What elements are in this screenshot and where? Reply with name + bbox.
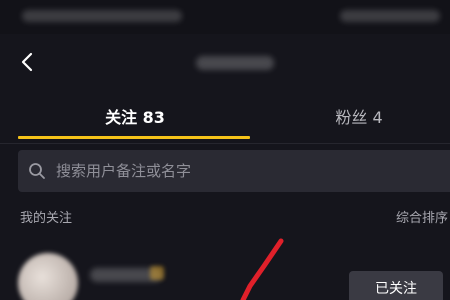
search-box[interactable]	[18, 150, 450, 192]
back-icon[interactable]	[16, 50, 40, 74]
sort-dropdown[interactable]: 综合排序	[396, 207, 448, 226]
section-title: 我的关注	[20, 211, 73, 226]
followed-button[interactable]: 已关注	[349, 271, 443, 300]
status-bar-left-blurred	[22, 10, 182, 22]
user-badge-icon	[150, 266, 164, 280]
status-bar-right-blurred	[340, 10, 440, 22]
search-input[interactable]	[56, 150, 436, 192]
avatar[interactable]	[18, 253, 78, 300]
tab-fans[interactable]: 粉丝 4	[314, 104, 404, 128]
page-title-blurred	[196, 56, 274, 70]
tabs-divider	[0, 143, 450, 144]
active-tab-indicator	[18, 136, 250, 139]
tab-bar: 关注 83 粉丝 4	[0, 96, 450, 142]
tab-following[interactable]: 关注 83	[90, 104, 180, 128]
search-icon	[29, 163, 45, 179]
nav-bar	[0, 34, 450, 90]
status-bar	[0, 0, 450, 34]
